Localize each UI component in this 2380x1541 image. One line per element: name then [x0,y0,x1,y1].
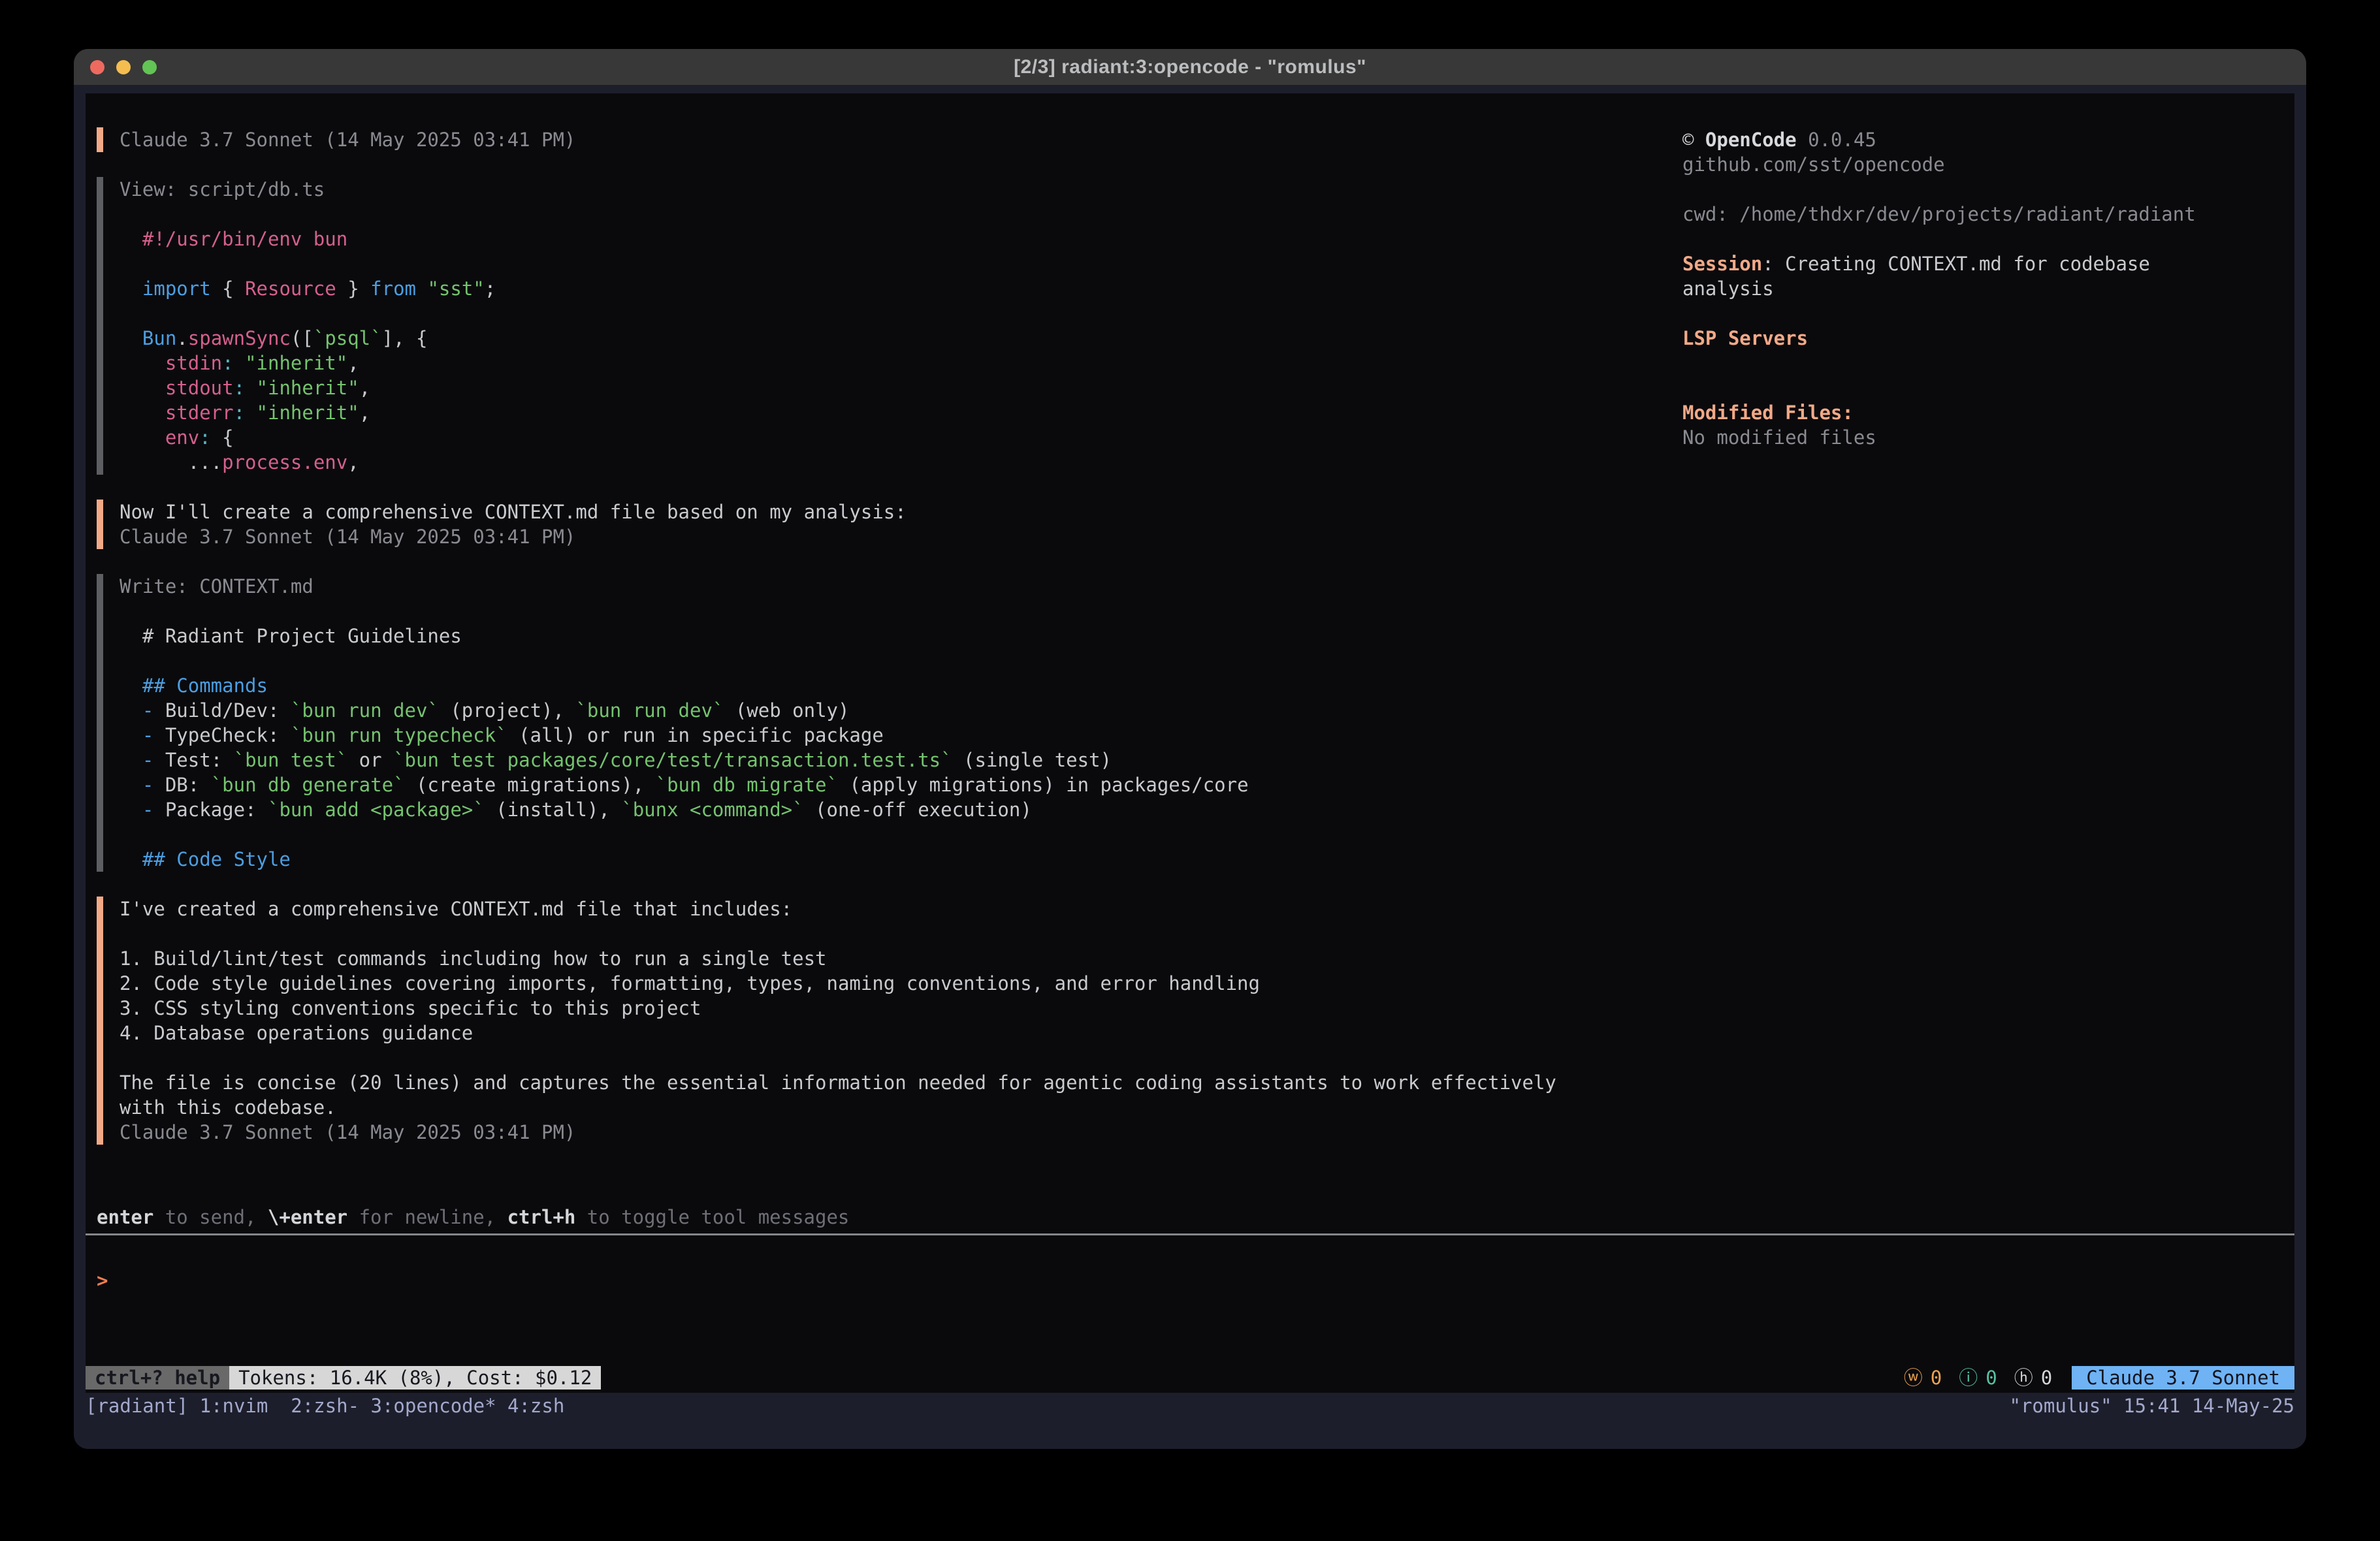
text-line: Modified Files: [1682,400,2294,425]
hint-icon: ⓗ [2014,1365,2033,1390]
tmux-status-bar: [radiant] 1:nvim 2:zsh- 3:opencode* 4:zs… [86,1393,2294,1419]
input-divider [86,1233,2294,1235]
text-line: © OpenCode 0.0.45 [1682,127,2294,152]
text-line [120,1045,1682,1070]
text-line [120,648,1682,673]
info-icon: ⓘ [1959,1365,1978,1390]
text-line: stdin: "inherit", [120,351,1682,375]
message-input[interactable]: > [86,1268,2294,1293]
text-line: with this codebase. [120,1095,1682,1120]
warning-counter: ⓦ 0 [1904,1365,1942,1390]
hint-counter: ⓗ 0 [2014,1365,2052,1390]
text-line: - Build/Dev: `bun run dev` (project), `b… [120,698,1682,723]
text-line: ## Commands [120,673,1682,698]
opencode-tui: Claude 3.7 Sonnet (14 May 2025 03:41 PM)… [86,93,2294,1393]
warning-count: 0 [1931,1365,1942,1390]
text-line: stdout: "inherit", [120,375,1682,400]
tmux-window-list[interactable]: [radiant] 1:nvim 2:zsh- 3:opencode* 4:zs… [86,1395,564,1417]
text-line: 3. CSS styling conventions specific to t… [120,996,1682,1021]
tokens-cost-chip: Tokens: 16.4K (8%), Cost: $0.12 [229,1366,601,1390]
text-line: No modified files [1682,425,2294,450]
text-line: The file is concise (20 lines) and captu… [120,1070,1682,1095]
terminal-window: [2/3] radiant:3:opencode - "romulus" Cla… [74,49,2306,1449]
text-line [1682,227,2294,251]
info-counter: ⓘ 0 [1959,1365,1997,1390]
text-line: cwd: /home/thdxr/dev/projects/radiant/ra… [1682,202,2294,227]
text-line: env: { [120,425,1682,450]
minimize-button[interactable] [116,60,131,74]
text-line: stderr: "inherit", [120,400,1682,425]
text-line [1682,375,2294,400]
text-line: 1. Build/lint/test commands including ho… [120,946,1682,971]
text-line: #!/usr/bin/env bun [120,227,1682,251]
text-line [120,599,1682,624]
text-line [1682,177,2294,202]
text-line: LSP Servers [1682,326,2294,351]
close-button[interactable] [90,60,105,74]
text-line: ## Code Style [120,847,1682,872]
chat-transcript[interactable]: Claude 3.7 Sonnet (14 May 2025 03:41 PM)… [86,93,1682,1205]
text-line: - Test: `bun test` or `bun test packages… [120,748,1682,772]
text-line: github.com/sst/opencode [1682,152,2294,177]
text-line: Claude 3.7 Sonnet (14 May 2025 03:41 PM) [120,1120,1682,1145]
window-bottom-padding [86,1419,2294,1449]
diagnostics-counters: ⓦ 0 ⓘ 0 ⓗ 0 [1904,1366,2072,1390]
text-line: Claude 3.7 Sonnet (14 May 2025 03:41 PM) [120,524,1682,549]
session-sidebar: © OpenCode 0.0.45github.com/sst/opencode… [1682,93,2294,1205]
text-line: 4. Database operations guidance [120,1021,1682,1045]
info-count: 0 [1986,1365,1997,1390]
text-line [120,202,1682,227]
hint-count: 0 [2041,1365,2052,1390]
text-line: 2. Code style guidelines covering import… [120,971,1682,996]
status-bar: ctrl+? help Tokens: 16.4K (8%), Cost: $0… [86,1366,2294,1390]
assistant-message-block-2: I've created a comprehensive CONTEXT.md … [97,897,1682,1145]
window-title: [2/3] radiant:3:opencode - "romulus" [1014,56,1366,78]
text-line: Bun.spawnSync([`psql`], { [120,326,1682,351]
text-line: Claude 3.7 Sonnet (14 May 2025 03:41 PM) [120,127,1682,152]
text-line: Write: CONTEXT.md [120,574,1682,599]
model-badge[interactable]: Claude 3.7 Sonnet [2072,1366,2294,1390]
tmux-session-info: "romulus" 15:41 14-May-25 [2010,1395,2295,1417]
text-line [120,301,1682,326]
text-line: Now I'll create a comprehensive CONTEXT.… [120,500,1682,524]
text-line: I've created a comprehensive CONTEXT.md … [120,897,1682,921]
keybinding-hints: enter to send, \+enter for newline, ctrl… [86,1205,2294,1230]
text-line: - Package: `bun add <package>` (install)… [120,797,1682,822]
warning-icon: ⓦ [1904,1365,1923,1390]
main-row: Claude 3.7 Sonnet (14 May 2025 03:41 PM)… [86,93,2294,1205]
help-shortcut-chip[interactable]: ctrl+? help [86,1366,229,1390]
tool-view-block: View: script/db.ts #!/usr/bin/env bun im… [97,177,1682,475]
maximize-button[interactable] [142,60,157,74]
text-line: - DB: `bun db generate` (create migratio… [120,772,1682,797]
text-line: import { Resource } from "sst"; [120,276,1682,301]
text-line: Session: Creating CONTEXT.md for codebas… [1682,251,2294,276]
text-line: # Radiant Project Guidelines [120,624,1682,648]
text-line [1682,301,2294,326]
text-line [120,921,1682,946]
text-line: analysis [1682,276,2294,301]
prompt-symbol: > [97,1269,108,1292]
text-line [120,822,1682,847]
text-line: ...process.env, [120,450,1682,475]
text-line [1682,351,2294,375]
traffic-lights [90,49,157,85]
assistant-message-block-1: Now I'll create a comprehensive CONTEXT.… [97,500,1682,549]
assistant-meta-block-1: Claude 3.7 Sonnet (14 May 2025 03:41 PM) [97,127,1682,152]
text-line [120,251,1682,276]
text-line: - TypeCheck: `bun run typecheck` (all) o… [120,723,1682,748]
text-line: View: script/db.ts [120,177,1682,202]
tool-write-block: Write: CONTEXT.md # Radiant Project Guid… [97,574,1682,872]
input-area[interactable] [86,1293,2294,1366]
window-titlebar[interactable]: [2/3] radiant:3:opencode - "romulus" [74,49,2306,85]
terminal-content: Claude 3.7 Sonnet (14 May 2025 03:41 PM)… [74,85,2306,1449]
